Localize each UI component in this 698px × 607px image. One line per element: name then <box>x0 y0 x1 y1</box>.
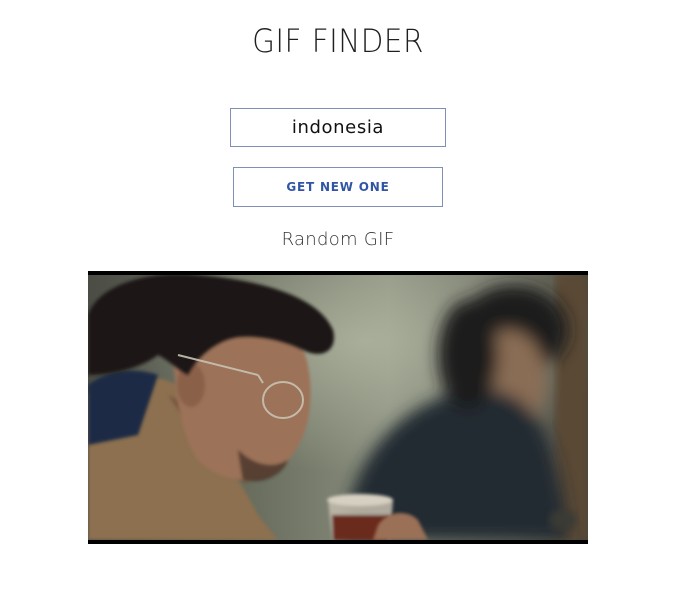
gif-scene <box>88 275 588 540</box>
random-gif-heading: Random GIF <box>281 229 395 250</box>
get-new-one-button[interactable]: GET NEW ONE <box>233 167 443 207</box>
page-title: GIF FINDER <box>252 22 424 60</box>
search-input[interactable] <box>230 108 446 147</box>
gif-image <box>88 271 588 544</box>
